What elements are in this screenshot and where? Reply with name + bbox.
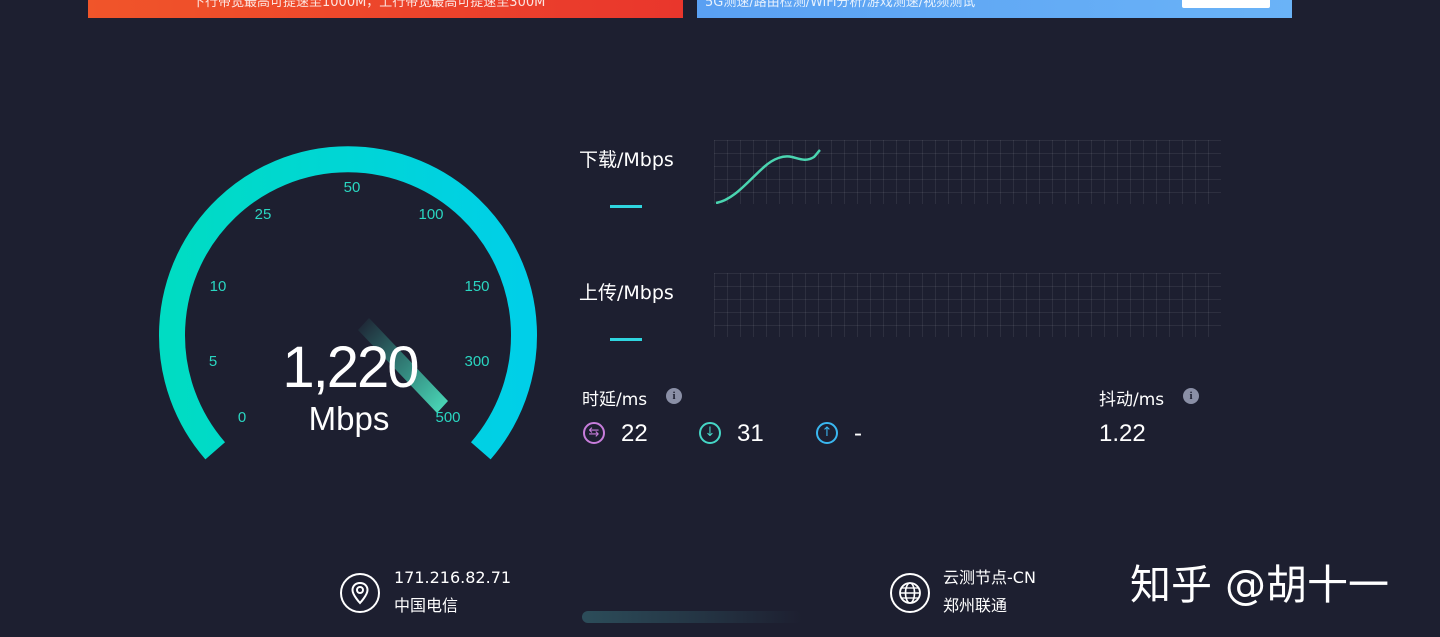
- gauge-tick-50: 50: [344, 179, 361, 196]
- swap-arrows-icon: ⇆: [583, 422, 605, 444]
- globe-icon[interactable]: [890, 573, 930, 613]
- location-pin-icon: [340, 573, 380, 613]
- client-ip: 171.216.82.71: [394, 568, 512, 587]
- promo-banner-left[interactable]: 下行带宽最高可提速至1000M，上行带宽最高可提速至300M: [88, 0, 683, 18]
- latency-label: 时延/ms: [582, 390, 648, 410]
- client-isp: 中国电信: [394, 596, 459, 615]
- gauge-tick-10: 10: [210, 278, 227, 295]
- gauge-tick-100: 100: [418, 206, 443, 223]
- gauge-tick-0: 0: [238, 409, 246, 426]
- upload-chart: [714, 273, 1221, 337]
- gauge-tick-25: 25: [255, 206, 272, 223]
- upload-value-placeholder: [610, 338, 642, 341]
- info-icon[interactable]: i: [666, 388, 682, 404]
- jitter-label: 抖动/ms: [1099, 390, 1165, 410]
- promo-banner-button[interactable]: [1182, 0, 1270, 8]
- jitter-value: 1.22: [1099, 420, 1146, 447]
- promo-banner-right-text: 5G测速/路由检测/WiFi分析/游戏测速/视频测试: [705, 0, 976, 10]
- gauge-tick-300: 300: [464, 353, 489, 370]
- latency-upload-value: -: [854, 420, 862, 447]
- speed-value: 1,220: [282, 335, 419, 400]
- speed-unit: Mbps: [308, 400, 390, 437]
- download-label: 下载/Mbps: [579, 149, 674, 171]
- gauge-tick-150: 150: [464, 278, 489, 295]
- server-location: 郑州联通: [943, 596, 1008, 615]
- server-node: 云测节点-CN: [943, 568, 1036, 587]
- download-chart-line: [715, 149, 821, 204]
- upload-label: 上传/Mbps: [579, 282, 674, 304]
- promo-banner-right[interactable]: 5G测速/路由检测/WiFi分析/游戏测速/视频测试: [697, 0, 1292, 18]
- download-value-placeholder: [610, 205, 642, 208]
- watermark: 知乎 @胡十一: [1130, 561, 1390, 609]
- arrow-up-circle-icon: ↑: [816, 422, 838, 444]
- download-chart: [714, 140, 1221, 204]
- test-progress-bar: [582, 611, 802, 623]
- latency-download-value: 31: [737, 420, 764, 447]
- info-icon[interactable]: i: [1183, 388, 1199, 404]
- latency-idle-value: 22: [621, 420, 648, 447]
- promo-banner-left-text: 下行带宽最高可提速至1000M，上行带宽最高可提速至300M: [192, 0, 546, 10]
- gauge-tick-5: 5: [209, 353, 217, 370]
- arrow-down-circle-icon: ↓: [699, 422, 721, 444]
